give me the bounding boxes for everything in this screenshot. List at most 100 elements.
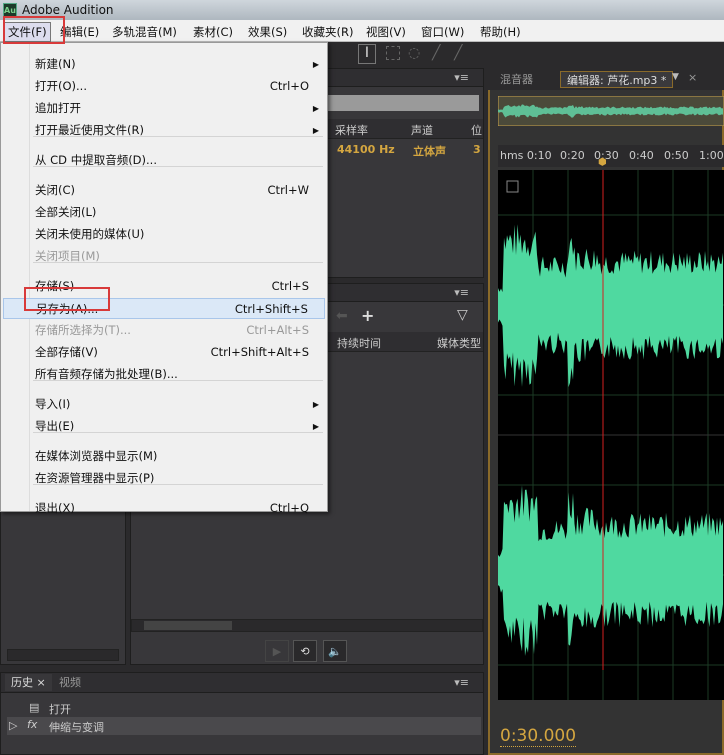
file-menu-item[interactable]: 关闭项目(M) (3, 246, 325, 267)
waveform-display[interactable] (498, 170, 724, 700)
menu-view[interactable]: 视图(V) (366, 24, 406, 40)
file-menu-item[interactable]: 存储所选择为(T)... Ctrl+Alt+S (3, 320, 325, 341)
file-menu-item[interactable]: 追加打开 ▶ (3, 98, 325, 119)
tab-editor[interactable]: 编辑器: 芦花.mp3 * (560, 71, 674, 88)
menu-item-label: 关闭项目(M) (35, 249, 100, 263)
close-tab-icon[interactable]: × (688, 71, 697, 84)
file-menu-item[interactable]: 关闭(C) Ctrl+W (3, 180, 325, 201)
tab-mixer[interactable]: 混音器 (494, 71, 539, 88)
file-menu-item[interactable]: 全部存储(V) Ctrl+Shift+Alt+S (3, 342, 325, 363)
file-menu-item[interactable]: 关闭未使用的媒体(U) (3, 224, 325, 245)
file-menu-item[interactable]: 打开最近使用文件(R) ▶ (3, 120, 325, 141)
menu-help[interactable]: 帮助(H) (480, 24, 521, 40)
menu-item-label: 新建(N) (35, 57, 76, 71)
file-menu-item[interactable]: 导出(E) ▶ (3, 416, 325, 437)
tab-history-label: 历史 (11, 676, 33, 689)
ruler-label: hms 0:10 (500, 149, 552, 162)
app-logo-icon: Au (3, 3, 17, 17)
menu-item-label: 打开最近使用文件(R) (35, 123, 144, 137)
file-menu-item[interactable]: 全部关闭(L) (3, 202, 325, 223)
brush-tool-icon[interactable]: ╱ (432, 45, 440, 61)
loop-icon[interactable]: ⟲ (293, 640, 317, 662)
panel-menu-icon[interactable]: ▾≡ (454, 71, 469, 84)
horizontal-scrollbar[interactable] (131, 619, 483, 632)
menu-item-shortcut: Ctrl+Q (269, 501, 309, 515)
lasso-tool-icon[interactable]: ◌ (408, 45, 420, 61)
history-item-label: 伸缩与变调 (49, 721, 104, 734)
menu-item-label: 从 CD 中提取音频(D)... (35, 153, 157, 167)
current-state-marker-icon: ▷ (9, 719, 18, 732)
menu-item-label: 全部关闭(L) (35, 205, 97, 219)
highlight-box-file (3, 16, 65, 44)
menu-edit[interactable]: 编辑(E) (60, 24, 99, 40)
menu-item-label: 关闭(C) (35, 183, 76, 197)
tab-video[interactable]: 视频 (53, 674, 87, 691)
ruler-label: 0:20 (560, 149, 585, 162)
cell-sample-rate: 44100 Hz (337, 143, 395, 156)
editor-tabs: 混音器 编辑器: 芦花.mp3 * ▼ × (488, 68, 724, 90)
panel-menu-icon[interactable]: ▾≡ (454, 676, 469, 689)
left-scrollbar[interactable] (7, 649, 119, 661)
menu-item-shortcut: Ctrl+Alt+S (246, 323, 309, 337)
submenu-arrow-icon: ▶ (312, 422, 319, 431)
col-bits[interactable]: 位 (471, 122, 482, 138)
ruler-label: 0:50 (664, 149, 689, 162)
col-channels[interactable]: 声道 (411, 122, 433, 138)
menu-separator (33, 262, 323, 263)
time-selection-tool-icon[interactable]: I (358, 44, 376, 64)
hud-toggle-icon[interactable] (506, 180, 519, 193)
col-sample-rate[interactable]: 采样率 (335, 122, 368, 138)
cell-bits: 3 (473, 143, 481, 156)
menu-effects[interactable]: 效果(S) (248, 24, 287, 40)
play-icon[interactable]: ▶ (265, 640, 289, 662)
menu-separator (33, 136, 323, 137)
menu-window[interactable]: 窗口(W) (421, 24, 464, 40)
document-icon: ▤ (29, 701, 40, 714)
history-item[interactable]: ▤ 打开 (7, 699, 481, 717)
menu-item-label: 存储所选择为(T)... (35, 323, 131, 337)
tab-dropdown-icon[interactable]: ▼ (672, 72, 679, 82)
menu-item-label: 退出(X) (35, 501, 75, 515)
waveform-left-channel (498, 224, 723, 388)
overview-waveform[interactable] (498, 96, 724, 126)
title-bar: Au Adobe Audition (0, 0, 724, 20)
file-menu-item[interactable]: 在媒体浏览器中显示(M) (3, 446, 325, 467)
submenu-arrow-icon: ▶ (312, 60, 319, 69)
current-time-display[interactable]: 0:30.000 (500, 726, 577, 747)
history-panel: 历史 × 视频 ▾≡ ▤ 打开 ▷ fx 伸缩与变调 (0, 672, 484, 755)
back-arrow-icon[interactable]: ⬅ (336, 308, 348, 324)
submenu-arrow-icon: ▶ (312, 126, 319, 135)
history-item[interactable]: ▷ fx 伸缩与变调 (7, 717, 481, 735)
file-menu-item[interactable]: 退出(X) Ctrl+Q (3, 498, 325, 519)
file-menu-item[interactable]: 从 CD 中提取音频(D)... (3, 150, 325, 171)
highlight-box-save-as (24, 287, 110, 311)
menu-item-shortcut: Ctrl+W (267, 183, 309, 197)
menu-multitrack[interactable]: 多轨混音(M) (112, 24, 177, 40)
fx-icon: fx (27, 718, 38, 731)
marquee-tool-icon[interactable] (386, 46, 400, 60)
menu-clip[interactable]: 素材(C) (193, 24, 233, 40)
file-menu-item[interactable]: 新建(N) ▶ (3, 54, 325, 75)
file-menu-dropdown: 新建(N) ▶ 打开(O)... Ctrl+O 追加打开 ▶ 打开最近使用文件(R) ▶ 从 C… (0, 42, 328, 515)
playhead-handle-icon[interactable]: ⬢ (598, 157, 607, 168)
auto-play-speaker-icon[interactable]: 🔈 (323, 640, 347, 662)
menu-item-shortcut: Ctrl+Shift+S (234, 302, 308, 316)
submenu-arrow-icon: ▶ (312, 104, 319, 113)
panel-menu-icon[interactable]: ▾≡ (454, 286, 469, 299)
file-menu-item[interactable]: 所有音频存储为批处理(B)... (3, 364, 325, 385)
menu-favorites[interactable]: 收藏夹(R) (302, 24, 353, 40)
menu-item-label: 全部存储(V) (35, 345, 98, 359)
menu-item-shortcut: Ctrl+Shift+Alt+S (210, 345, 309, 359)
spot-healing-tool-icon[interactable]: ╱ (454, 45, 462, 61)
col-media-type[interactable]: 媒体类型 (437, 335, 481, 351)
file-menu-item[interactable]: 导入(I) ▶ (3, 394, 325, 415)
filter-icon[interactable]: ▽ (457, 307, 468, 323)
time-ruler[interactable]: hms 0:10 0:20 0:30 0:40 0:50 1:00 ⬢ (498, 145, 724, 168)
tab-history[interactable]: 历史 × (5, 674, 52, 691)
file-menu-item[interactable]: 在资源管理器中显示(P) (3, 468, 325, 489)
add-icon[interactable]: + (361, 306, 374, 325)
menu-item-shortcut: Ctrl+O (269, 79, 309, 93)
file-menu-item[interactable]: 打开(O)... Ctrl+O (3, 76, 325, 97)
col-duration[interactable]: 持续时间 (337, 335, 381, 351)
menu-item-label: 关闭未使用的媒体(U) (35, 227, 145, 241)
